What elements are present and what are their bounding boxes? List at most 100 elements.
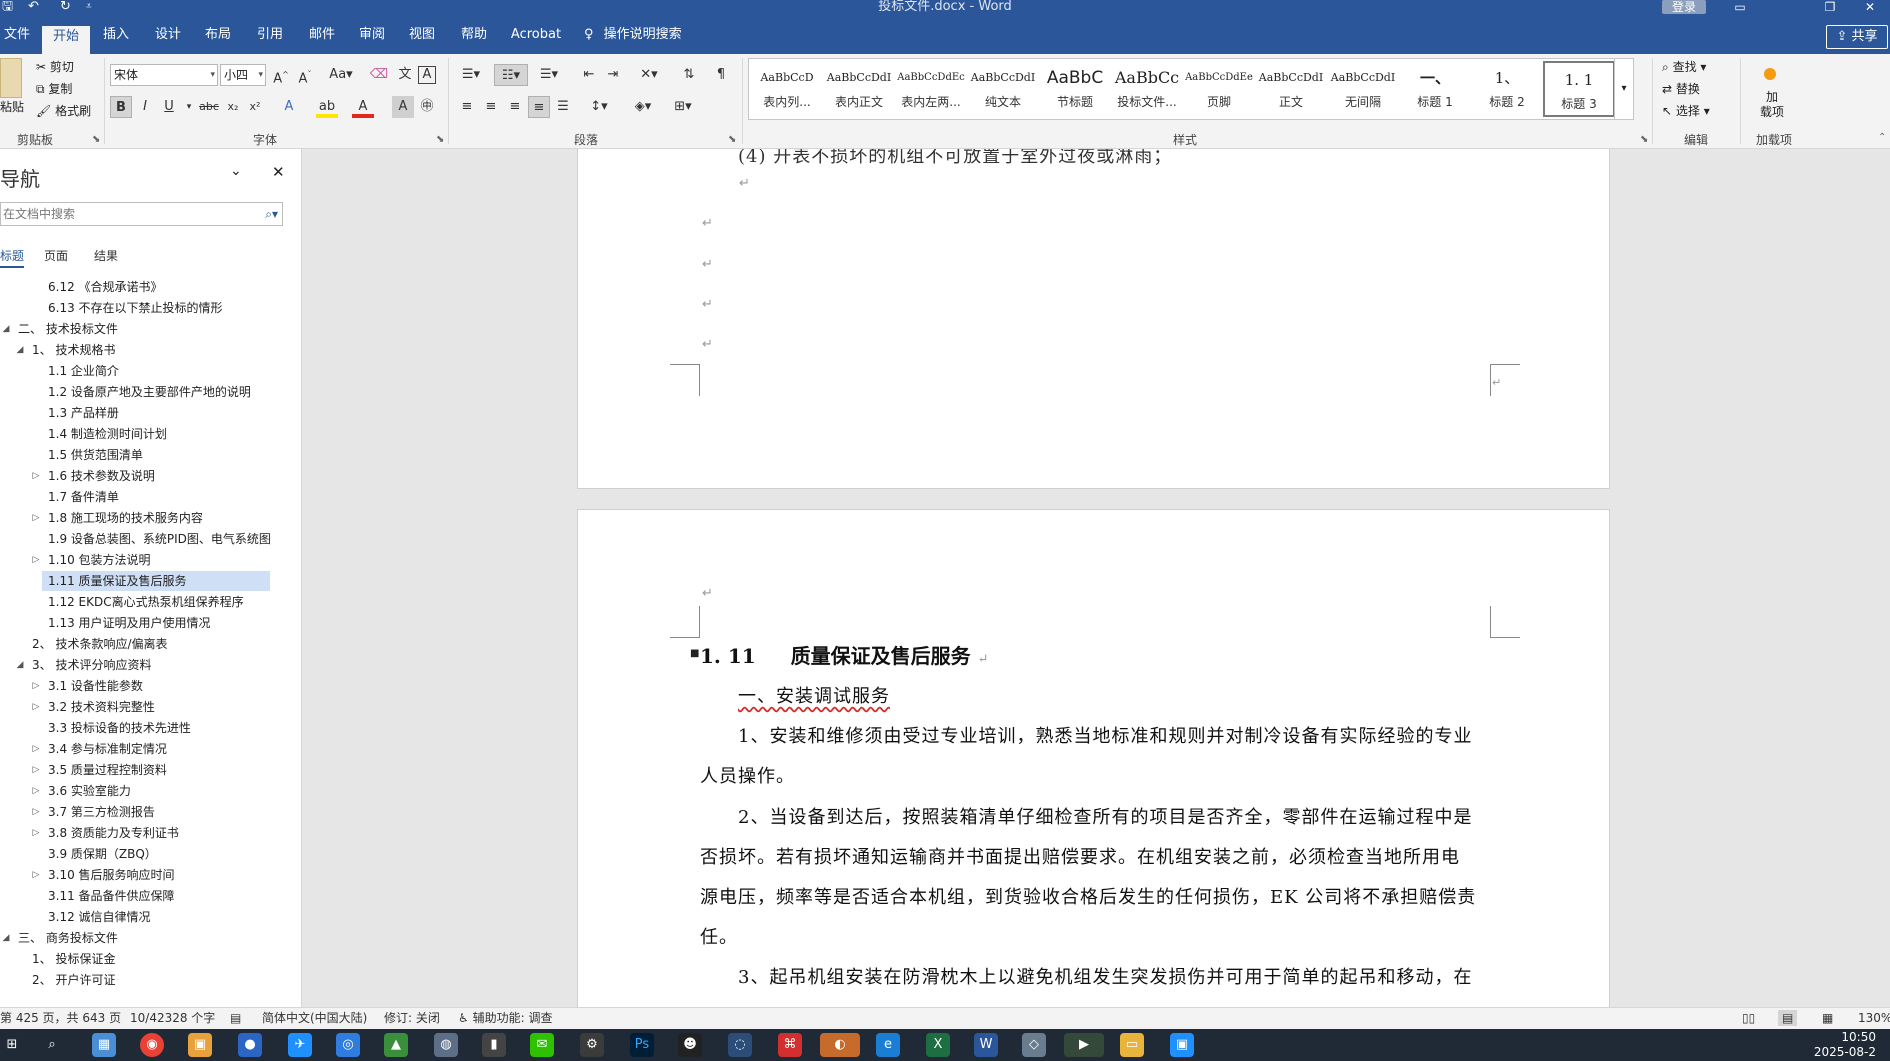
tab-insert[interactable]: 插入 [96,24,136,54]
expand-icon[interactable]: ▷ [30,550,42,570]
nav-heading-item[interactable]: ▷ 3.6 实验室能力 [0,781,300,801]
enclose-char-icon[interactable]: ㊥ [416,96,438,118]
photoshop-icon[interactable]: Ps [630,1033,654,1057]
nav-heading-item[interactable]: ▷ 3.10 售后服务响应时间 [0,865,300,885]
app-icon[interactable]: ⚙ [580,1033,604,1057]
paragraph-launcher-icon[interactable]: ⬊ [728,134,736,145]
wechat-icon[interactable]: ✉ [530,1033,554,1057]
nav-heading-item[interactable]: ◢ 三、 商务投标文件 [0,928,300,948]
justify-icon[interactable]: ≡ [528,96,550,118]
nav-heading-item[interactable]: ▷ 3.8 资质能力及专利证书 [0,823,300,843]
bullets-icon[interactable]: ☰▾ [456,64,486,86]
close-icon[interactable]: ✕ [1850,0,1890,16]
tab-home[interactable]: 开始 [42,26,90,54]
style-item[interactable]: AaBbCc 投标文件... [1111,61,1183,117]
align-left-icon[interactable]: ≡ [456,96,478,118]
style-item[interactable]: AaBbCcD 表内列... [751,61,823,117]
italic-icon[interactable]: I [134,96,156,118]
line-spacing-icon[interactable]: ↕▾ [584,96,614,118]
change-case-icon[interactable]: Aa▾ [324,64,358,86]
proofing-icon[interactable]: ▤ [230,1010,241,1026]
collapse-icon[interactable]: ◢ [0,319,12,339]
app-icon[interactable]: ▣ [1170,1033,1194,1057]
nav-heading-item[interactable]: ▷ 1.6 技术参数及说明 [0,466,300,486]
char-shading-icon[interactable]: A [392,96,414,118]
nav-heading-item[interactable]: 3.9 质保期（ZBQ） [0,844,300,864]
nav-heading-item[interactable]: ▷ 1.10 包装方法说明 [0,550,300,570]
nav-heading-item[interactable]: ▷ 3.2 技术资料完整性 [0,697,300,717]
accessibility-status[interactable]: ♿ 辅助功能: 调查 [458,1010,552,1026]
tab-file[interactable]: 文件 [0,24,34,54]
app-icon[interactable]: ▶ [1064,1033,1104,1057]
track-changes[interactable]: 修订: 关闭 [384,1010,440,1026]
nav-heading-item[interactable]: ◢ 1、 技术规格书 [0,340,300,360]
nav-heading-item[interactable]: 1.5 供货范围清单 [0,445,300,465]
collapse-icon[interactable]: ◢ [14,340,26,360]
search-icon[interactable]: ⌕ [40,1033,64,1057]
nav-heading-item[interactable]: 6.12 《合规承诺书》 [0,277,300,297]
text-line[interactable]: 人员操作。 [700,762,795,788]
calculator-icon[interactable]: ▦ [92,1033,116,1057]
photos-icon[interactable]: ▣ [188,1033,212,1057]
expand-icon[interactable]: ▷ [30,865,42,885]
tab-review[interactable]: 审阅 [352,24,392,54]
shrink-font-icon[interactable]: Aˇ [294,64,316,86]
styles-launcher-icon[interactable]: ⬊ [1640,134,1648,145]
underline-icon[interactable]: U [158,96,180,118]
qq-icon[interactable]: ☻ [678,1033,702,1057]
section-heading[interactable]: 1. 11 质量保证及售后服务 ↵ [700,640,989,669]
text-line[interactable]: 否损坏。若有损坏通知运输商并书面提出赔偿要求。在机组安装之前，必须检查当地所用电 [700,843,1460,869]
nav-tab-results[interactable]: 结果 [94,247,118,264]
acrobat-icon[interactable]: ⌘ [778,1033,802,1057]
read-mode-icon[interactable]: ▯▯ [1742,1010,1755,1026]
document-page[interactable]: (4) 开表不损坏的机组不可放置于室外过夜或淋雨； ↵ ↵ ↵ ↵ ↵ ↵ [577,149,1610,489]
nav-heading-item[interactable]: ◢ 3、 技术评分响应资料 [0,655,300,675]
nav-heading-item[interactable]: 1.13 用户证明及用户使用情况 [0,613,300,633]
font-size-combo[interactable]: 小四 ▾ [220,64,266,86]
style-item[interactable]: AaBbCcDdI 表内正文 [823,61,895,117]
char-border-icon[interactable]: A [418,66,436,84]
print-layout-icon[interactable]: ▤ [1778,1010,1798,1026]
distributed-icon[interactable]: ☰ [552,96,574,118]
document-page[interactable]: ↵ ■ 1. 11 质量保证及售后服务 ↵ 一、安装调试服务 1、安装和维修须由… [577,509,1610,1007]
language[interactable]: 简体中文(中国大陆) [262,1010,367,1026]
cut-button[interactable]: ✂ 剪切 [36,58,74,76]
decrease-indent-icon[interactable]: ⇤ [578,64,600,86]
tab-references[interactable]: 引用 [250,24,290,54]
expand-icon[interactable]: ▷ [30,676,42,696]
style-item-selected[interactable]: 1. 1 标题 3 [1543,61,1615,117]
expand-icon[interactable]: ▷ [30,823,42,843]
align-right-icon[interactable]: ≡ [504,96,526,118]
select-button[interactable]: ↖ 选择 ▾ [1662,102,1710,120]
nav-tab-headings[interactable]: 标题 [0,247,25,268]
nav-heading-item[interactable]: 1.4 制造检测时间计划 [0,424,300,444]
excel-icon[interactable]: X [926,1033,950,1057]
nav-heading-item[interactable]: 6.13 不存在以下禁止投标的情形 [0,298,300,318]
numbering-icon[interactable]: ☷▾ [494,64,528,86]
app-icon[interactable]: ◍ [434,1033,458,1057]
expand-icon[interactable]: ▷ [30,802,42,822]
app-icon[interactable]: ◇ [1022,1033,1046,1057]
text-effects-icon[interactable]: A [278,96,300,118]
show-marks-icon[interactable]: ¶ [710,64,732,86]
expand-icon[interactable]: ▷ [30,697,42,717]
nav-heading-item[interactable]: 1、 投标保证金 [0,949,300,969]
text-line[interactable]: (4) 开表不损坏的机组不可放置于室外过夜或淋雨； [738,149,1172,168]
expand-icon[interactable]: ▷ [30,508,42,528]
paste-button[interactable]: 粘贴 [0,98,24,116]
app-icon[interactable]: ▮ [482,1033,506,1057]
nav-heading-item[interactable]: ▷ 3.5 质量过程控制资料 [0,760,300,780]
multilevel-list-icon[interactable]: ☰▾ [534,64,564,86]
nav-heading-item[interactable]: ▷ 3.4 参与标准制定情况 [0,739,300,759]
format-painter-button[interactable]: 🖌 格式刷 [36,102,91,120]
tab-acrobat[interactable]: Acrobat [506,24,566,54]
collapse-ribbon-icon[interactable]: ⌃ [1878,132,1886,143]
start-icon[interactable]: ⊞ [0,1033,24,1057]
app-icon[interactable]: ◎ [336,1033,360,1057]
nav-heading-item[interactable]: 1.1 企业简介 [0,361,300,381]
app-icon[interactable]: ◌ [728,1033,752,1057]
subheading[interactable]: 一、安装调试服务 [738,682,890,708]
share-button[interactable]: ⇪ 共享 [1826,25,1888,49]
close-icon[interactable]: ✕ [272,163,285,181]
restore-icon[interactable]: ❐ [1810,0,1850,16]
